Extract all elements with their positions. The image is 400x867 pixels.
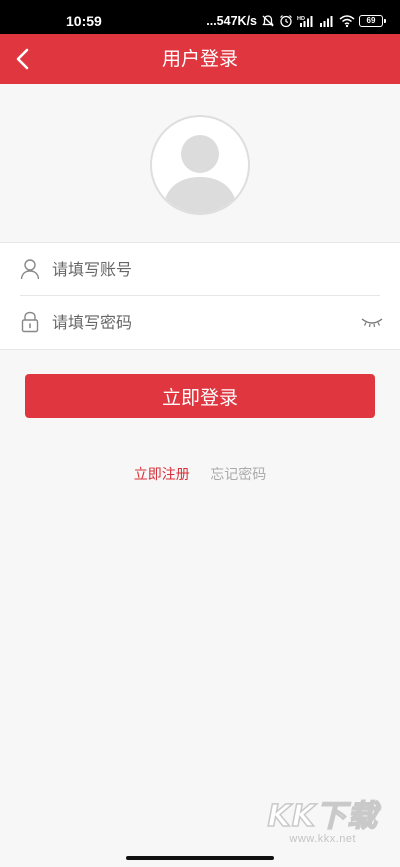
account-row	[0, 243, 400, 296]
wifi-icon	[339, 15, 355, 28]
network-speed: ...547K/s	[206, 14, 257, 28]
avatar[interactable]	[150, 115, 250, 215]
password-row	[0, 296, 400, 349]
page-title: 用户登录	[161, 48, 238, 70]
watermark-url: www.kkx.net	[289, 833, 357, 845]
account-input[interactable]	[52, 255, 342, 283]
register-link[interactable]: 立即注册	[134, 467, 190, 483]
user-icon	[20, 259, 40, 280]
eye-closed-icon[interactable]	[360, 314, 384, 330]
lock-icon	[21, 311, 39, 333]
default-user-avatar-icon	[162, 135, 238, 213]
watermark: KK下载 www.kkx.net	[267, 799, 379, 845]
status-time: 10:59	[66, 13, 102, 29]
forgot-password-link[interactable]: 忘记密码	[210, 467, 266, 483]
secondary-links: 立即注册 忘记密码	[0, 465, 400, 485]
alarm-off-icon	[262, 15, 274, 27]
signal-hd-icon: HD	[297, 16, 313, 27]
alarm-clock-icon	[280, 15, 292, 28]
watermark-logo: KK下载	[267, 799, 378, 834]
status-icons: ...547K/s HD 69	[206, 12, 386, 30]
battery-icon: 69	[359, 15, 386, 27]
signal-icon	[320, 16, 333, 27]
password-input[interactable]	[52, 308, 342, 336]
home-indicator[interactable]	[126, 856, 274, 860]
nav-bar: 用户登录	[0, 34, 400, 84]
status-bar: 10:59 ...547K/s HD 69	[0, 0, 400, 34]
login-button[interactable]: 立即登录	[25, 374, 375, 418]
battery-level: 69	[359, 15, 383, 27]
login-form	[0, 242, 400, 350]
